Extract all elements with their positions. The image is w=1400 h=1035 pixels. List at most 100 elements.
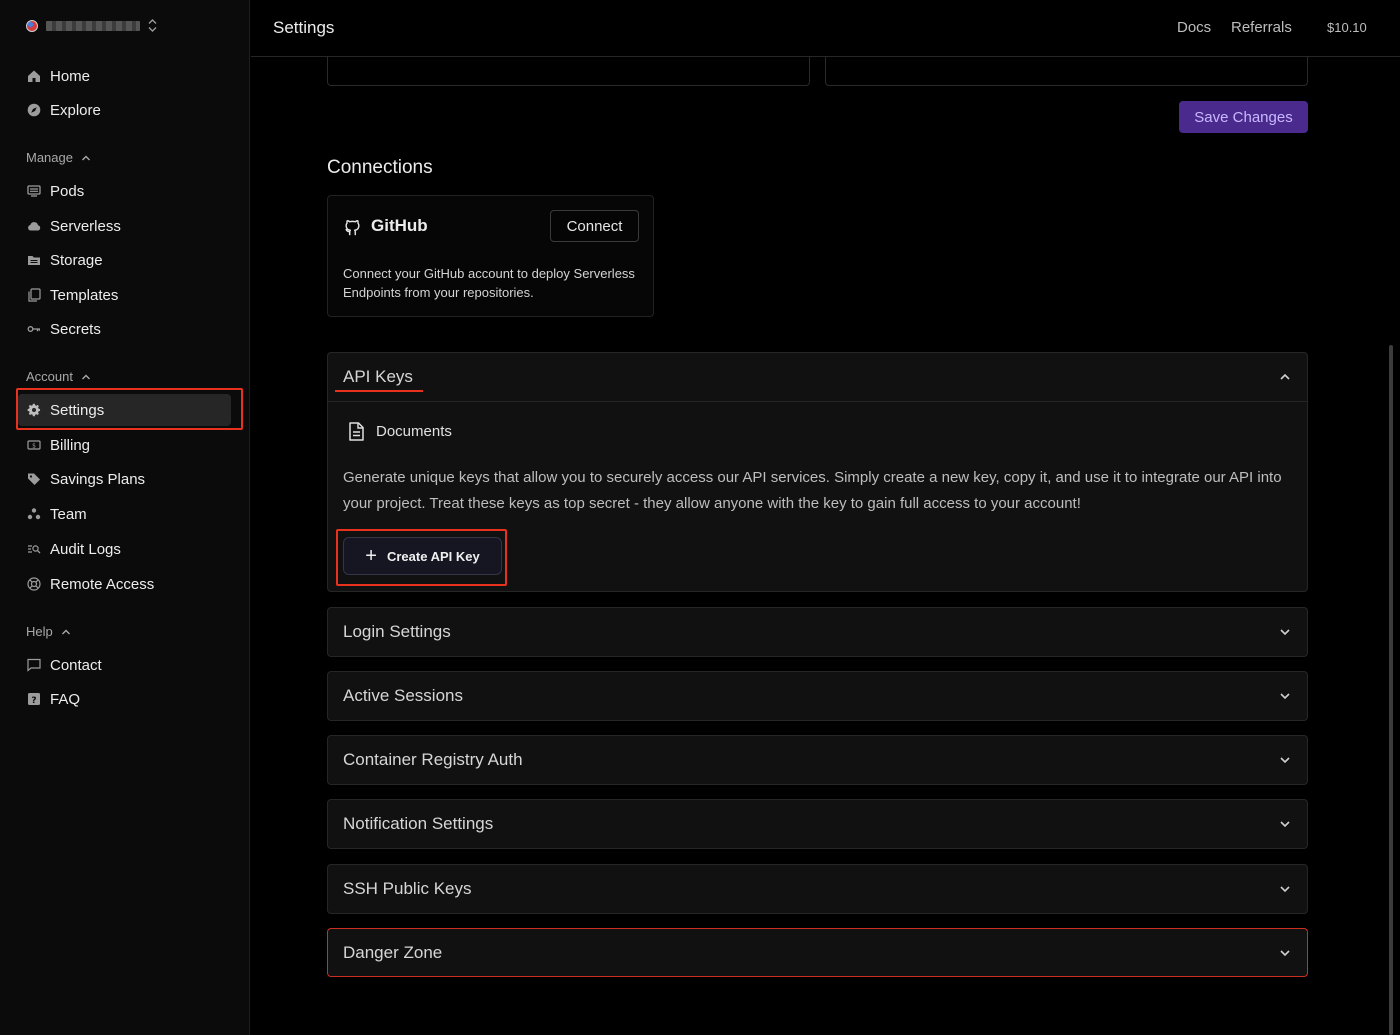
sidebar-item-team[interactable]: Team bbox=[18, 498, 231, 530]
sidebar-item-label: Templates bbox=[50, 286, 119, 304]
sidebar-item-home[interactable]: Home bbox=[18, 60, 231, 92]
sidebar-item-audit-logs[interactable]: Audit Logs bbox=[18, 533, 231, 565]
github-connection-card: GitHub Connect Connect your GitHub accou… bbox=[327, 195, 654, 317]
github-header: GitHub bbox=[343, 216, 428, 236]
compass-icon bbox=[26, 103, 41, 118]
document-icon bbox=[349, 422, 364, 441]
remote-icon bbox=[26, 577, 41, 592]
chevron-down-icon[interactable] bbox=[1279, 690, 1291, 702]
section-account[interactable]: Account bbox=[26, 369, 91, 384]
section-title: Login Settings bbox=[343, 622, 451, 641]
section-title: SSH Public Keys bbox=[343, 879, 472, 898]
active-sessions-section[interactable]: Active Sessions bbox=[327, 671, 1308, 721]
section-manage[interactable]: Manage bbox=[26, 150, 91, 165]
sidebar-item-label: Serverless bbox=[50, 217, 121, 235]
section-title: Container Registry Auth bbox=[343, 750, 523, 769]
login-settings-section[interactable]: Login Settings bbox=[327, 607, 1308, 657]
container-registry-auth-section[interactable]: Container Registry Auth bbox=[327, 735, 1308, 785]
danger-zone-section[interactable]: Danger Zone bbox=[327, 928, 1308, 977]
api-keys-section: API Keys Documents Generate unique keys … bbox=[327, 352, 1308, 592]
create-api-key-label: Create API Key bbox=[386, 548, 480, 564]
sidebar-item-label: Remote Access bbox=[50, 575, 155, 593]
chevron-up-icon bbox=[81, 374, 90, 379]
create-api-key-button[interactable]: + Create API Key bbox=[343, 537, 502, 575]
sidebar-item-serverless[interactable]: Serverless bbox=[18, 210, 231, 242]
notification-settings-section[interactable]: Notification Settings bbox=[327, 799, 1308, 849]
sidebar-item-pods[interactable]: Pods bbox=[18, 175, 231, 207]
sidebar-item-faq[interactable]: ? FAQ bbox=[18, 683, 231, 715]
team-icon bbox=[26, 507, 41, 522]
page-scrollbar[interactable] bbox=[1389, 345, 1393, 1035]
billing-icon: $ bbox=[26, 438, 41, 453]
home-icon bbox=[26, 69, 41, 84]
sidebar-item-secrets[interactable]: Secrets bbox=[18, 313, 231, 345]
sidebar-item-label: Contact bbox=[50, 656, 102, 674]
tag-icon bbox=[26, 472, 41, 487]
top-bar: Settings Docs Referrals $10.10 bbox=[251, 0, 1400, 57]
github-title: GitHub bbox=[371, 216, 428, 235]
sidebar-item-label: Audit Logs bbox=[50, 540, 121, 558]
workspace-switcher[interactable] bbox=[26, 16, 157, 36]
section-label: Manage bbox=[26, 150, 73, 165]
ssh-public-keys-section[interactable]: SSH Public Keys bbox=[327, 864, 1308, 914]
sidebar-item-label: Team bbox=[50, 505, 87, 523]
api-keys-title: API Keys bbox=[343, 367, 413, 386]
sidebar-item-storage[interactable]: Storage bbox=[18, 244, 231, 276]
section-label: Help bbox=[26, 624, 53, 639]
github-connect-button[interactable]: Connect bbox=[550, 210, 639, 242]
sidebar-item-label: Settings bbox=[50, 401, 105, 419]
api-keys-description: Generate unique keys that allow you to s… bbox=[343, 469, 1282, 512]
sidebar-item-label: Explore bbox=[50, 101, 101, 119]
chevron-down-icon[interactable] bbox=[1279, 626, 1291, 638]
sidebar-item-label: Savings Plans bbox=[50, 470, 146, 488]
sidebar-item-label: Storage bbox=[50, 251, 103, 269]
chevron-up-down-icon[interactable] bbox=[148, 18, 157, 34]
chevron-down-icon[interactable] bbox=[1279, 818, 1291, 830]
documents-link[interactable]: Documents bbox=[348, 422, 452, 441]
cloud-icon bbox=[26, 219, 41, 234]
sidebar-item-explore[interactable]: Explore bbox=[18, 94, 231, 126]
account-balance[interactable]: $10.10 bbox=[1327, 20, 1367, 35]
sidebar-item-templates[interactable]: Templates bbox=[18, 279, 231, 311]
sidebar-item-label: Billing bbox=[50, 436, 91, 454]
gear-icon bbox=[26, 403, 41, 418]
chat-icon bbox=[26, 658, 41, 673]
sidebar-item-settings[interactable]: Settings bbox=[18, 394, 231, 426]
connections-heading: Connections bbox=[327, 157, 433, 178]
sidebar-item-label: Home bbox=[50, 67, 91, 85]
chevron-down-icon[interactable] bbox=[1279, 883, 1291, 895]
section-label: Account bbox=[26, 369, 73, 384]
save-changes-button[interactable]: Save Changes bbox=[1179, 101, 1308, 133]
plus-icon: + bbox=[365, 545, 377, 567]
chevron-down-icon[interactable] bbox=[1279, 947, 1291, 959]
sidebar: Home Explore Manage Pods Serverless Stor… bbox=[0, 0, 250, 1035]
section-title: Notification Settings bbox=[343, 814, 494, 833]
sidebar-item-savings-plans[interactable]: Savings Plans bbox=[18, 463, 231, 495]
profile-field-right[interactable] bbox=[825, 57, 1308, 86]
api-keys-body: Documents Generate unique keys that allo… bbox=[328, 401, 1307, 591]
section-title: Active Sessions bbox=[343, 686, 463, 705]
docs-link[interactable]: Docs bbox=[1177, 19, 1211, 36]
api-keys-underline-annotation bbox=[335, 390, 423, 392]
sidebar-item-billing[interactable]: $ Billing bbox=[18, 429, 231, 461]
storage-icon bbox=[26, 253, 41, 268]
section-help[interactable]: Help bbox=[26, 624, 71, 639]
question-icon: ? bbox=[26, 692, 41, 707]
pods-icon bbox=[26, 184, 41, 199]
profile-field-left[interactable] bbox=[327, 57, 810, 86]
sidebar-item-contact[interactable]: Contact bbox=[18, 649, 231, 681]
chevron-up-icon bbox=[61, 629, 70, 634]
svg-text:?: ? bbox=[31, 696, 36, 706]
github-description: Connect your GitHub account to deploy Se… bbox=[343, 266, 635, 300]
api-keys-header[interactable]: API Keys bbox=[328, 353, 1307, 401]
documents-label: Documents bbox=[376, 423, 452, 440]
chevron-up-icon[interactable] bbox=[1279, 371, 1291, 383]
chevron-down-icon[interactable] bbox=[1279, 754, 1291, 766]
sidebar-item-remote-access[interactable]: Remote Access bbox=[18, 568, 231, 600]
templates-icon bbox=[26, 288, 41, 303]
chevron-up-icon bbox=[81, 155, 90, 160]
sidebar-item-label: FAQ bbox=[50, 690, 81, 708]
referrals-link[interactable]: Referrals bbox=[1231, 19, 1292, 36]
svg-text:$: $ bbox=[32, 443, 36, 450]
sidebar-item-label: Pods bbox=[50, 182, 85, 200]
